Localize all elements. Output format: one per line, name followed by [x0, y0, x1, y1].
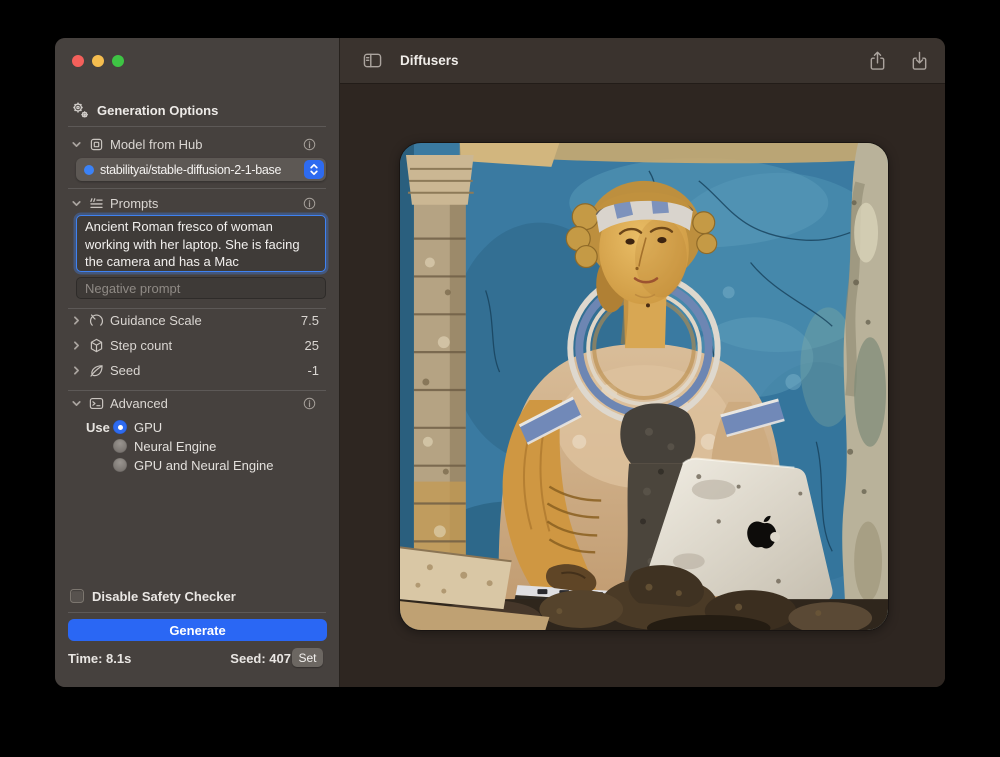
model-dropdown[interactable]: stabilityai/stable-diffusion-2-1-base	[76, 158, 326, 181]
info-icon[interactable]	[302, 396, 317, 411]
leaf-icon	[88, 362, 105, 379]
prompts-section-row: Prompts	[55, 194, 339, 214]
chevron-right-icon[interactable]	[70, 364, 83, 377]
radio-option-neural-engine[interactable]: Neural Engine	[113, 438, 216, 454]
radio-option-gpu-neural-engine[interactable]: GPU and Neural Engine	[113, 457, 273, 473]
prompt-input[interactable]: Ancient Roman fresco of woman working wi…	[76, 215, 326, 272]
sidebar-toggle-icon[interactable]	[362, 51, 383, 70]
divider	[68, 126, 326, 127]
checkbox-icon[interactable]	[70, 589, 84, 603]
model-dropdown-value: stabilityai/stable-diffusion-2-1-base	[100, 163, 302, 177]
divider	[68, 612, 326, 613]
share-icon[interactable]	[868, 50, 887, 72]
model-status-dot	[84, 165, 94, 175]
generate-button[interactable]: Generate	[68, 619, 327, 641]
time-status: Time: 8.1s	[68, 651, 131, 666]
guidance-scale-row: Guidance Scale 7.5	[55, 311, 339, 331]
stepper-up-down-icon[interactable]	[304, 160, 324, 179]
model-label: Model from Hub	[110, 137, 202, 152]
disable-safety-checker-label: Disable Safety Checker	[92, 589, 236, 604]
model-section-row: Model from Hub	[55, 135, 339, 155]
step-count-label: Step count	[110, 338, 172, 353]
divider	[68, 390, 326, 391]
save-icon[interactable]	[910, 50, 929, 72]
disable-safety-checker-row[interactable]: Disable Safety Checker	[70, 586, 236, 606]
window-title: Diffusers	[400, 53, 459, 68]
text-quote-icon	[88, 195, 105, 212]
minimize-button[interactable]	[92, 55, 104, 67]
generated-image	[399, 142, 889, 631]
dial-icon	[88, 312, 105, 329]
cube-icon	[88, 337, 105, 354]
radio-label: GPU	[134, 420, 162, 435]
fresco-illustration	[400, 143, 888, 630]
advanced-section-row: Advanced	[55, 394, 339, 414]
cpu-icon	[88, 136, 105, 153]
chevron-right-icon[interactable]	[70, 339, 83, 352]
seed-value: -1	[307, 363, 319, 378]
radio-unselected-icon[interactable]	[113, 439, 127, 453]
chevron-right-icon[interactable]	[70, 314, 83, 327]
terminal-icon	[88, 395, 105, 412]
sidebar-header: Generation Options	[70, 100, 218, 120]
info-icon[interactable]	[302, 137, 317, 152]
prompts-label: Prompts	[110, 196, 158, 211]
gears-icon	[70, 100, 90, 120]
divider	[68, 308, 326, 309]
radio-option-gpu[interactable]: GPU	[113, 419, 162, 435]
main-content	[340, 84, 945, 687]
info-icon[interactable]	[302, 196, 317, 211]
radio-selected-icon[interactable]	[113, 420, 127, 434]
guidance-scale-label: Guidance Scale	[110, 313, 202, 328]
chevron-down-icon[interactable]	[70, 197, 83, 210]
sidebar-title: Generation Options	[97, 103, 218, 118]
step-count-row: Step count 25	[55, 336, 339, 356]
advanced-label: Advanced	[110, 396, 168, 411]
chevron-down-icon[interactable]	[70, 397, 83, 410]
seed-status: Seed: 407	[230, 651, 291, 666]
step-count-value: 25	[305, 338, 319, 353]
chevron-down-icon[interactable]	[70, 138, 83, 151]
sidebar: Generation Options Model from Hub stabil…	[55, 38, 340, 687]
zoom-button[interactable]	[112, 55, 124, 67]
guidance-scale-value: 7.5	[301, 313, 319, 328]
app-window: Generation Options Model from Hub stabil…	[55, 38, 945, 687]
seed-label: Seed	[110, 363, 140, 378]
use-label: Use	[86, 420, 110, 435]
main-area: Diffusers	[340, 38, 945, 687]
titlebar: Diffusers	[340, 38, 945, 84]
seed-row: Seed -1	[55, 361, 339, 381]
radio-unselected-icon[interactable]	[113, 458, 127, 472]
divider	[68, 188, 326, 189]
close-button[interactable]	[72, 55, 84, 67]
radio-label: GPU and Neural Engine	[134, 458, 273, 473]
radio-label: Neural Engine	[134, 439, 216, 454]
negative-prompt-input[interactable]	[76, 277, 326, 299]
set-seed-button[interactable]: Set	[292, 648, 323, 667]
